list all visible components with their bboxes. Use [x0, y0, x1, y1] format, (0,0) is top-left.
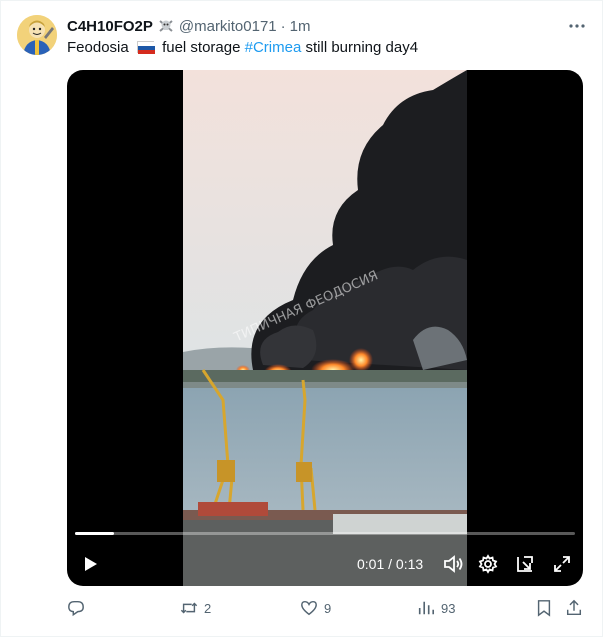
- play-button[interactable]: [77, 551, 103, 577]
- views-count: 93: [441, 600, 456, 616]
- tweet-actions: 2 9 93: [67, 596, 587, 620]
- tweet-header: C4H10FO2P @markito0171 · 1m: [67, 16, 563, 36]
- gear-icon: [478, 554, 498, 574]
- tweet-text-part: fuel storage: [162, 39, 241, 56]
- video-player[interactable]: ТИПИЧНАЯ ФЕОДОСИЯ 0:01 / 0:13: [67, 70, 583, 586]
- play-icon: [85, 557, 97, 571]
- heart-icon: [301, 600, 317, 616]
- bookmark-icon: [537, 600, 551, 617]
- bar-chart-icon: [418, 601, 435, 615]
- fullscreen-icon: [554, 556, 570, 572]
- retweet-icon: [180, 602, 198, 614]
- retweet-count: 2: [204, 600, 212, 616]
- video-time-display: 0:01 / 0:13: [357, 556, 424, 572]
- retweet-button[interactable]: 2: [180, 596, 211, 620]
- video-progress-bar[interactable]: [75, 532, 575, 535]
- like-button[interactable]: 9: [300, 596, 331, 620]
- picture-in-picture-button[interactable]: [512, 551, 538, 577]
- share-button[interactable]: [565, 596, 583, 620]
- fullscreen-button[interactable]: [549, 551, 575, 577]
- timestamp[interactable]: 1m: [290, 18, 311, 35]
- tweet-text-part: still burning day4: [305, 39, 419, 56]
- more-options-button[interactable]: [567, 16, 587, 36]
- skull-crossbones-icon: [157, 17, 175, 35]
- views-button[interactable]: 93: [417, 596, 455, 620]
- settings-button[interactable]: [475, 551, 501, 577]
- reply-button[interactable]: [67, 596, 91, 620]
- reply-icon: [68, 600, 84, 617]
- avatar[interactable]: [17, 15, 57, 55]
- bookmark-button[interactable]: [535, 596, 553, 620]
- tweet-text-part: Feodosia: [67, 39, 129, 56]
- display-name[interactable]: C4H10FO2P: [67, 18, 153, 35]
- user-handle[interactable]: @markito0171: [179, 18, 277, 35]
- share-icon: [566, 599, 582, 616]
- video-controls: 0:01 / 0:13: [67, 546, 583, 582]
- like-count: 9: [324, 600, 332, 616]
- russia-flag-icon: [136, 41, 155, 54]
- video-progress-fill: [75, 532, 114, 535]
- speaker-icon: [444, 555, 463, 573]
- tweet-text: Feodosia fuel storage #Crimea still burn…: [67, 38, 583, 58]
- volume-button[interactable]: [440, 551, 466, 577]
- separator-dot: ·: [280, 17, 286, 35]
- pip-icon: [517, 556, 533, 572]
- video-frame[interactable]: ТИПИЧНАЯ ФЕОДОСИЯ: [183, 70, 467, 586]
- hashtag-link[interactable]: #Crimea: [245, 39, 302, 56]
- more-icon: [569, 24, 585, 28]
